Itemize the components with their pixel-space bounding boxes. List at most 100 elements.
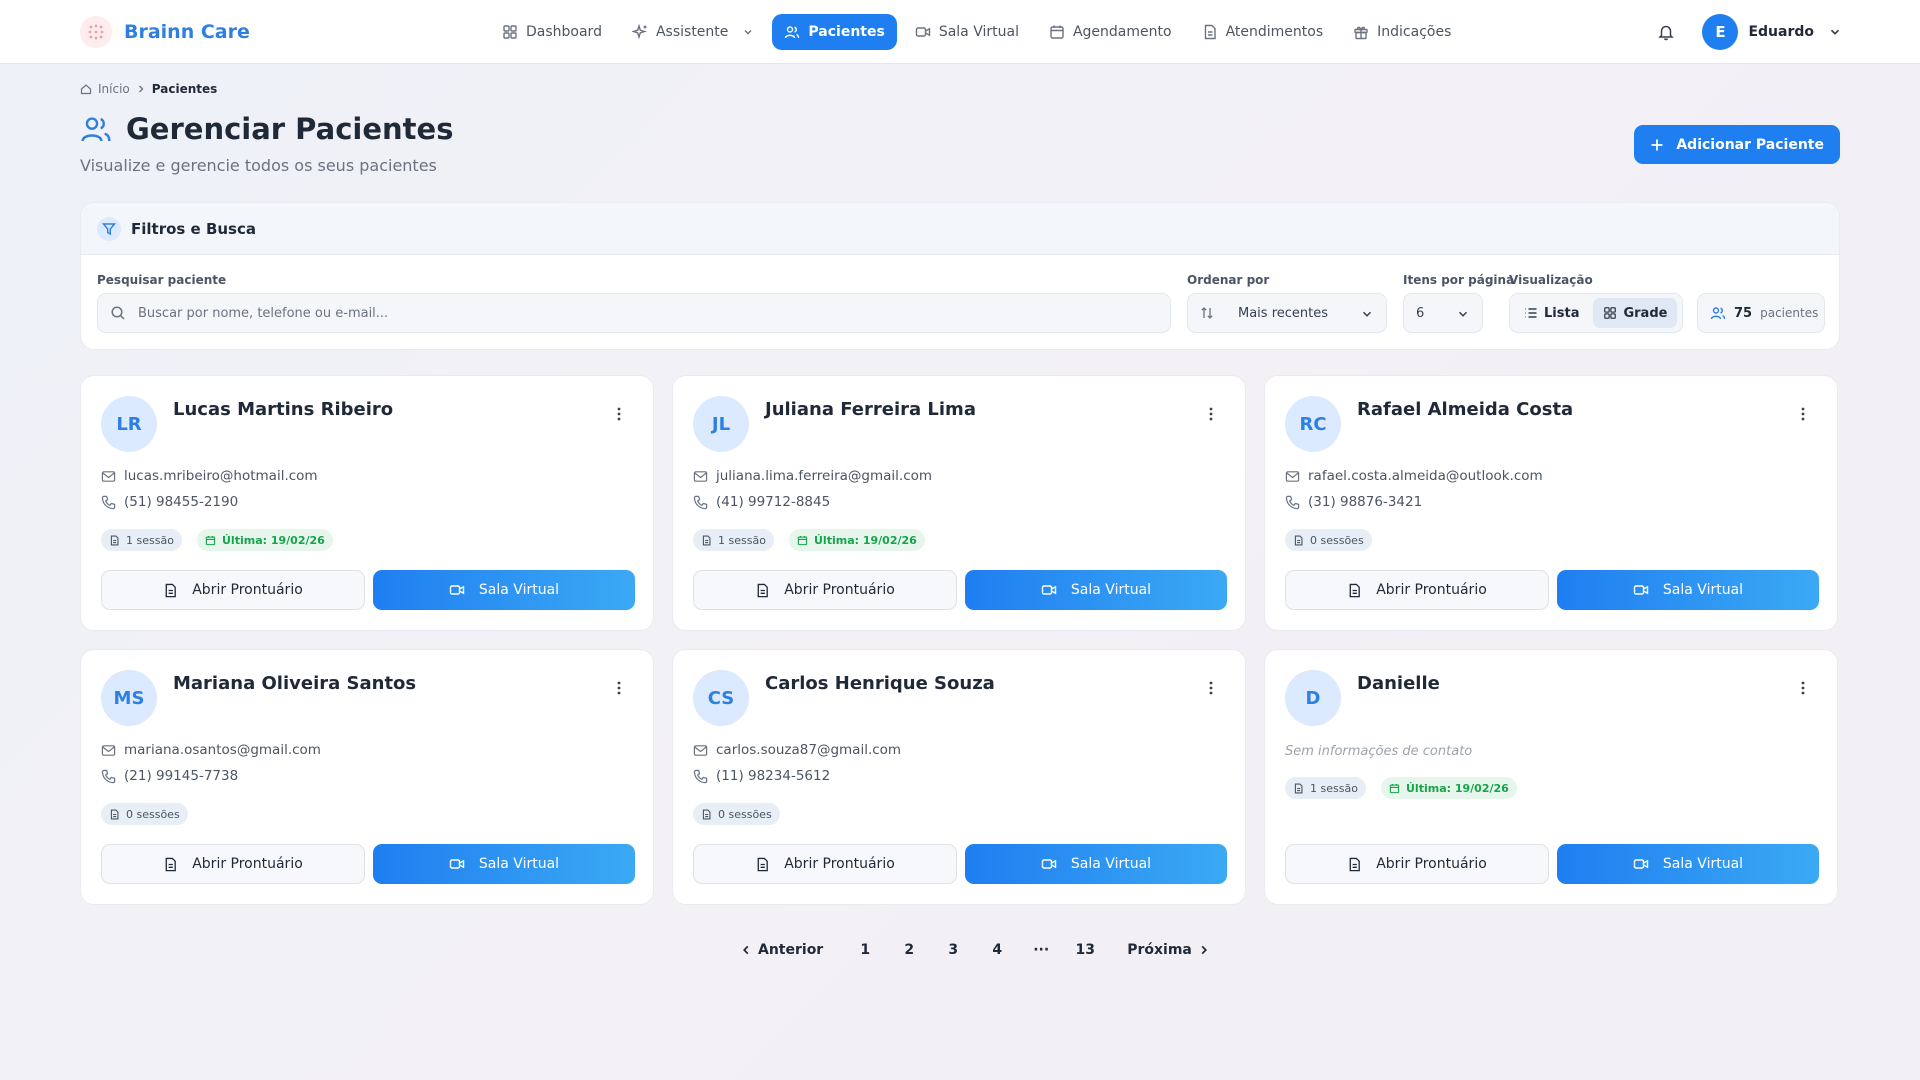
view-grid-button[interactable]: Grade [1593,298,1678,328]
nav-assistente[interactable]: Assistente [620,14,766,50]
calendar-icon [205,535,216,545]
open-record-label: Abrir Prontuário [1376,582,1487,598]
patient-name[interactable]: Lucas Martins Ribeiro [173,399,393,420]
add-patient-button[interactable]: Adicionar Paciente [1634,125,1840,164]
open-record-label: Abrir Prontuário [192,856,303,872]
filters-title: Filtros e Busca [131,219,257,238]
avatar: E [1702,14,1739,50]
pagination-page-2[interactable]: 2 [887,942,931,958]
sessions-count: 1 sessão [718,533,766,547]
more-vertical-icon[interactable] [611,676,627,700]
document-icon [110,808,119,820]
more-vertical-icon[interactable] [1795,676,1811,700]
patient-email-row: rafael.costa.almeida@outlook.com [1285,468,1543,484]
nav-agendamento[interactable]: Agendamento [1037,14,1184,50]
bell-icon[interactable] [1648,14,1684,50]
order-select[interactable]: Mais recentes [1187,293,1387,333]
last-session-badge: Última: 19/02/26 [789,529,925,551]
patient-name[interactable]: Danielle [1357,673,1440,694]
open-record-button[interactable]: Abrir Prontuário [693,570,957,610]
document-icon [1204,24,1216,40]
brand[interactable]: Brainn Care [80,16,250,48]
sessions-count: 1 sessão [1310,781,1358,795]
home-icon [80,84,92,95]
virtual-room-button[interactable]: Sala Virtual [1557,844,1819,884]
patient-email-row: carlos.souza87@gmail.com [693,742,901,758]
nav-atendimentos[interactable]: Atendimentos [1190,14,1336,50]
pagination-next-button[interactable]: Próxima [1127,942,1210,958]
virtual-room-button[interactable]: Sala Virtual [965,570,1227,610]
patient-card: MS Mariana Oliveira Santos mariana.osant… [80,649,654,905]
pagination-page-13[interactable]: 13 [1063,942,1107,958]
document-icon [110,534,119,546]
patient-name[interactable]: Carlos Henrique Souza [765,673,995,694]
chevron-down-icon [744,30,752,35]
per-page-label: Itens por página [1403,273,1515,287]
virtual-room-label: Sala Virtual [478,582,560,598]
patient-email-row: mariana.osantos@gmail.com [101,742,321,758]
virtual-room-button[interactable]: Sala Virtual [373,570,635,610]
more-vertical-icon[interactable] [1795,402,1811,426]
document-icon [757,857,769,871]
pagination-page-3[interactable]: 3 [931,942,975,958]
nav-sala-virtual[interactable]: Sala Virtual [903,14,1031,50]
phone-icon [101,769,116,783]
patient-count: 75 pacientes [1697,293,1825,333]
view-list-button[interactable]: Lista [1514,298,1589,328]
open-record-button[interactable]: Abrir Prontuário [1285,570,1549,610]
open-record-label: Abrir Prontuário [784,582,895,598]
document-icon [702,534,711,546]
mail-icon [101,470,116,482]
patient-name[interactable]: Juliana Ferreira Lima [765,399,976,420]
patient-card: D Danielle Sem informações de contato 1 … [1264,649,1838,905]
nav-label: Indicações [1377,24,1452,40]
more-vertical-icon[interactable] [1203,402,1219,426]
virtual-room-button[interactable]: Sala Virtual [1557,570,1819,610]
search-input[interactable] [138,305,1038,321]
patient-phone-row: (51) 98455-2190 [101,494,238,510]
patient-phone-row: (31) 98876-3421 [1285,494,1422,510]
document-icon [1294,782,1303,794]
sessions-count: 1 sessão [126,533,174,547]
document-icon [1349,857,1361,871]
filters-header: Filtros e Busca [81,203,1839,255]
patient-phone: (11) 98234-5612 [716,768,831,784]
sort-icon [1201,307,1213,319]
open-record-button[interactable]: Abrir Prontuário [101,570,365,610]
page-header: Gerenciar Pacientes Visualize e gerencie… [80,112,453,175]
order-value: Mais recentes [1238,305,1329,321]
virtual-room-button[interactable]: Sala Virtual [373,844,635,884]
patient-name[interactable]: Mariana Oliveira Santos [173,673,416,694]
nav-pacientes[interactable]: Pacientes [772,14,897,50]
open-record-button[interactable]: Abrir Prontuário [1285,844,1549,884]
pagination-prev-button[interactable]: Anterior [740,942,823,958]
per-page-select[interactable]: 6 [1403,293,1483,333]
breadcrumb-home[interactable]: Início [98,82,130,96]
add-patient-label: Adicionar Paciente [1676,136,1824,153]
pagination-page-1[interactable]: 1 [843,942,887,958]
open-record-label: Abrir Prontuário [1376,856,1487,872]
user-menu[interactable]: E Eduardo [1702,14,1842,50]
virtual-room-label: Sala Virtual [1662,856,1744,872]
document-icon [702,808,711,820]
more-vertical-icon[interactable] [611,402,627,426]
virtual-room-button[interactable]: Sala Virtual [965,844,1227,884]
patient-phone: (41) 99712-8845 [716,494,831,510]
chevron-left-icon [743,945,749,955]
mail-icon [101,744,116,756]
chevron-right-icon [138,85,144,93]
nav-indicacoes[interactable]: Indicações [1341,14,1463,50]
mail-icon [693,470,708,482]
document-icon [165,857,177,871]
open-record-button[interactable]: Abrir Prontuário [101,844,365,884]
search-field[interactable] [97,293,1171,333]
more-vertical-icon[interactable] [1203,676,1219,700]
avatar: LR [101,396,157,452]
pagination-page-4[interactable]: 4 [975,942,1019,958]
open-record-button[interactable]: Abrir Prontuário [693,844,957,884]
nav-dashboard[interactable]: Dashboard [490,14,614,50]
virtual-room-label: Sala Virtual [478,856,560,872]
last-session-date: Última: 19/02/26 [1406,781,1509,795]
patient-count-label: pacientes [1760,306,1819,320]
patient-name[interactable]: Rafael Almeida Costa [1357,399,1573,420]
